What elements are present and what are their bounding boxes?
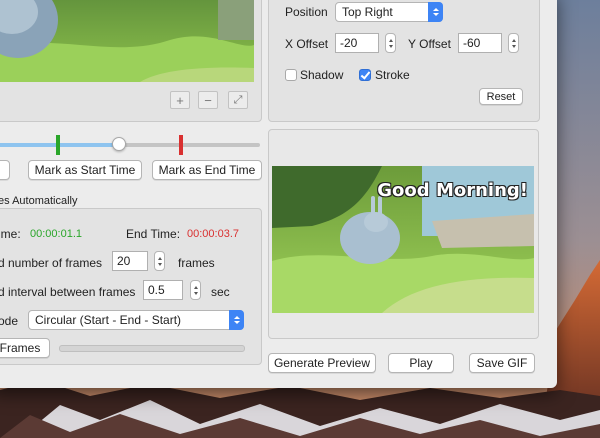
mode-label: ode bbox=[0, 314, 19, 328]
reset-button[interactable]: Reset bbox=[479, 88, 523, 105]
end-marker[interactable] bbox=[179, 135, 184, 155]
timeline-slider[interactable] bbox=[0, 135, 260, 155]
position-label: Position bbox=[285, 5, 328, 19]
play-button[interactable]: Play bbox=[388, 353, 454, 373]
video-frame bbox=[0, 0, 254, 82]
position-select[interactable]: Top Right bbox=[335, 2, 443, 22]
end-time-label: End Time: bbox=[126, 227, 181, 241]
frames-count-input[interactable] bbox=[112, 251, 148, 271]
mark-start-button[interactable]: Mark as Start Time bbox=[28, 160, 142, 180]
mode-select[interactable]: Circular (Start - End - Start) bbox=[28, 310, 244, 330]
preview-caption: Good Morning! bbox=[377, 180, 528, 201]
start-time-label: ime: bbox=[0, 227, 21, 241]
end-time-value: 00:00:03.7 bbox=[187, 228, 239, 240]
select-arrow-icon bbox=[229, 310, 244, 330]
stroke-checkbox[interactable] bbox=[359, 69, 371, 81]
zoom-out-button[interactable]: − bbox=[198, 91, 218, 109]
start-time-value: 00:00:01.1 bbox=[30, 228, 82, 240]
y-offset-label: Y Offset bbox=[408, 37, 451, 51]
fit-icon[interactable]: ⤢ bbox=[228, 91, 248, 109]
interval-stepper[interactable] bbox=[190, 280, 201, 300]
stroke-label: Stroke bbox=[375, 68, 410, 82]
x-offset-stepper[interactable] bbox=[385, 33, 396, 53]
interval-label: d interval between frames bbox=[0, 285, 136, 299]
x-offset-input[interactable] bbox=[335, 33, 379, 53]
frames-count-stepper[interactable] bbox=[154, 251, 165, 271]
playhead-knob[interactable] bbox=[111, 137, 126, 151]
frames-section-title: es Automatically bbox=[0, 195, 78, 207]
x-offset-label: X Offset bbox=[285, 37, 329, 51]
frames-count-label: d number of frames bbox=[0, 256, 103, 270]
shadow-checkbox[interactable] bbox=[285, 69, 297, 81]
y-offset-input[interactable] bbox=[458, 33, 502, 53]
frames-unit-label: frames bbox=[178, 256, 215, 270]
interval-input[interactable] bbox=[143, 280, 183, 300]
generate-preview-button[interactable]: Generate Preview bbox=[268, 353, 376, 373]
select-arrow-icon bbox=[428, 2, 443, 22]
save-gif-button[interactable]: Save GIF bbox=[469, 353, 535, 373]
mode-select-value: Circular (Start - End - Start) bbox=[35, 313, 182, 327]
frames-button[interactable]: Frames bbox=[0, 338, 50, 358]
partial-button[interactable] bbox=[0, 160, 10, 180]
shadow-label: Shadow bbox=[300, 68, 344, 82]
position-select-value: Top Right bbox=[342, 5, 393, 19]
interval-unit-label: sec bbox=[211, 285, 230, 299]
app-window: + − ⤢ Position Top Right X Offset Y Offs… bbox=[0, 0, 557, 388]
start-marker[interactable] bbox=[56, 135, 61, 155]
y-offset-stepper[interactable] bbox=[508, 33, 519, 53]
preview-image: Good Morning! bbox=[272, 166, 534, 313]
frames-progress-bar bbox=[59, 345, 245, 352]
mark-end-button[interactable]: Mark as End Time bbox=[152, 160, 262, 180]
video-frame-image bbox=[0, 0, 254, 82]
zoom-in-button[interactable]: + bbox=[170, 91, 190, 109]
